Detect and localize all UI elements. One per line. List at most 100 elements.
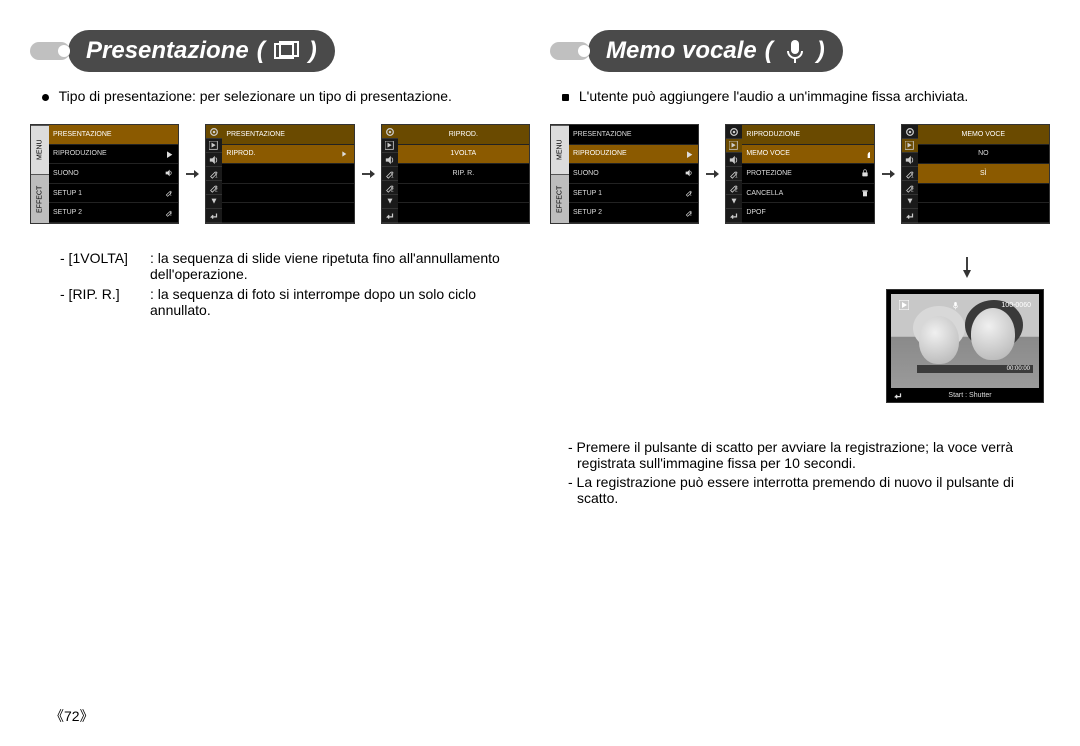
icon-tab[interactable] (726, 209, 742, 223)
menu-row[interactable] (222, 184, 353, 204)
icon-tab[interactable] (902, 167, 918, 181)
photo-time: 00:00:00 (1007, 366, 1030, 372)
left-title: Presentazione (86, 37, 249, 65)
side-tab[interactable]: EFFECT (551, 174, 569, 223)
menu-screen: MENUEFFECTPRESENTAZIONERIPRODUZIONESUONO… (30, 124, 179, 224)
right-heading: Memo vocale ( ) (550, 30, 1050, 72)
icon-tab[interactable] (726, 139, 742, 153)
menu-screen: MEMO VOCENOSÌ (901, 124, 1050, 224)
right-title: Memo vocale (606, 37, 757, 65)
icon-tab[interactable] (726, 181, 742, 195)
menu-row[interactable] (398, 203, 529, 223)
menu-row[interactable]: SETUP 1 (49, 184, 178, 204)
icon-tab[interactable] (726, 195, 742, 209)
menu-row[interactable]: PROTEZIONE (742, 164, 873, 184)
note-line: - Premere il pulsante di scatto per avvi… (568, 439, 1050, 471)
playbox-icon (899, 300, 909, 310)
side-tab[interactable]: MENU (31, 125, 49, 174)
menu-row[interactable]: RIPRODUZIONE (569, 145, 698, 165)
menu-header: PRESENTAZIONE (222, 125, 353, 145)
menu-header: RIPROD. (398, 125, 529, 145)
menu-list: MEMO VOCENOSÌ (918, 125, 1049, 223)
left-menu-sequence: MENUEFFECTPRESENTAZIONERIPRODUZIONESUONO… (30, 124, 530, 224)
arrow-down-icon (960, 256, 974, 283)
side-icons (206, 125, 222, 223)
menu-row[interactable]: 1VOLTA (398, 145, 529, 165)
menu-row[interactable]: RIPROD. (222, 145, 353, 165)
left-heading: Presentazione ( ) (30, 30, 530, 72)
left-column: Presentazione ( ) Tipo di presentazione:… (30, 30, 530, 509)
menu-row[interactable] (222, 203, 353, 223)
menu-screen: RIPROD.1VOLTARIP. R. (381, 124, 530, 224)
menu-screen: MENUEFFECTPRESENTAZIONERIPRODUZIONESUONO… (550, 124, 699, 224)
icon-tab[interactable] (382, 125, 398, 139)
icon-tab[interactable] (206, 139, 222, 153)
menu-screen: PRESENTAZIONERIPROD. (205, 124, 354, 224)
icon-tab[interactable] (726, 167, 742, 181)
icon-tab[interactable] (382, 181, 398, 195)
menu-list: PRESENTAZIONERIPRODUZIONESUONOSETUP 1SET… (569, 125, 698, 223)
photo-preview-block: 100-0060 00:00:00 Start : Shutter (550, 250, 1044, 403)
menu-row[interactable]: SETUP 1 (569, 184, 698, 204)
side-tab[interactable]: MENU (551, 125, 569, 174)
icon-tab[interactable] (206, 181, 222, 195)
menu-row[interactable]: PRESENTAZIONE (569, 125, 698, 145)
menu-row[interactable]: DPOF (742, 203, 873, 223)
arrow-right-icon (361, 167, 375, 181)
icon-tab[interactable] (206, 167, 222, 181)
menu-row[interactable] (918, 203, 1049, 223)
icon-tab[interactable] (382, 195, 398, 209)
bullet-icon (42, 94, 49, 101)
definition-row: - [1VOLTA]: la sequenza di slide viene r… (60, 250, 530, 282)
arrow-right-icon (705, 167, 719, 181)
icon-tab[interactable] (382, 153, 398, 167)
menu-row[interactable]: CANCELLA (742, 184, 873, 204)
icon-tab[interactable] (902, 139, 918, 153)
menu-screen: RIPRODUZIONEMEMO VOCEPROTEZIONECANCELLAD… (725, 124, 874, 224)
side-tabs: MENUEFFECT (31, 125, 49, 223)
icon-tab[interactable] (382, 167, 398, 181)
side-tab[interactable]: EFFECT (31, 174, 49, 223)
page-number: 《72》 (50, 706, 94, 726)
menu-row[interactable] (222, 164, 353, 184)
menu-row[interactable]: NO (918, 145, 1049, 165)
left-definitions: - [1VOLTA]: la sequenza di slide viene r… (60, 250, 530, 318)
menu-row[interactable]: MEMO VOCE (742, 145, 873, 165)
menu-list: RIPROD.1VOLTARIP. R. (398, 125, 529, 223)
menu-row[interactable]: RIPRODUZIONE (49, 145, 178, 165)
menu-row[interactable] (398, 184, 529, 204)
icon-tab[interactable] (902, 209, 918, 223)
icon-tab[interactable] (206, 209, 222, 223)
menu-row[interactable]: SUONO (569, 164, 698, 184)
menu-row[interactable]: SETUP 2 (569, 203, 698, 223)
photo-hint: Start : Shutter (948, 392, 991, 399)
menu-row[interactable]: SUONO (49, 164, 178, 184)
menu-row[interactable] (918, 184, 1049, 204)
menu-row[interactable]: SÌ (918, 164, 1049, 184)
side-icons (902, 125, 918, 223)
icon-tab[interactable] (902, 153, 918, 167)
icon-tab[interactable] (206, 153, 222, 167)
icon-tab[interactable] (726, 125, 742, 139)
menu-list: PRESENTAZIONERIPRODUZIONESUONOSETUP 1SET… (49, 125, 178, 223)
definition-row: - [RIP. R.]: la sequenza di foto si inte… (60, 286, 530, 318)
menu-row[interactable]: RIP. R. (398, 164, 529, 184)
icon-tab[interactable] (902, 195, 918, 209)
icon-tab[interactable] (902, 125, 918, 139)
icon-tab[interactable] (206, 125, 222, 139)
photo-preview: 100-0060 00:00:00 Start : Shutter (886, 289, 1044, 403)
icon-tab[interactable] (382, 139, 398, 153)
menu-row[interactable]: PRESENTAZIONE (49, 125, 178, 145)
mic-icon (951, 301, 960, 310)
mic-icon (781, 37, 809, 65)
icon-tab[interactable] (382, 209, 398, 223)
icon-tab[interactable] (206, 195, 222, 209)
icon-tab[interactable] (726, 153, 742, 167)
right-notes: - Premere il pulsante di scatto per avvi… (568, 439, 1050, 506)
menu-list: RIPRODUZIONEMEMO VOCEPROTEZIONECANCELLAD… (742, 125, 873, 223)
side-icons (726, 125, 742, 223)
arrow-right-icon (881, 167, 895, 181)
menu-row[interactable]: SETUP 2 (49, 203, 178, 223)
note-line: - La registrazione può essere interrotta… (568, 474, 1050, 506)
icon-tab[interactable] (902, 181, 918, 195)
